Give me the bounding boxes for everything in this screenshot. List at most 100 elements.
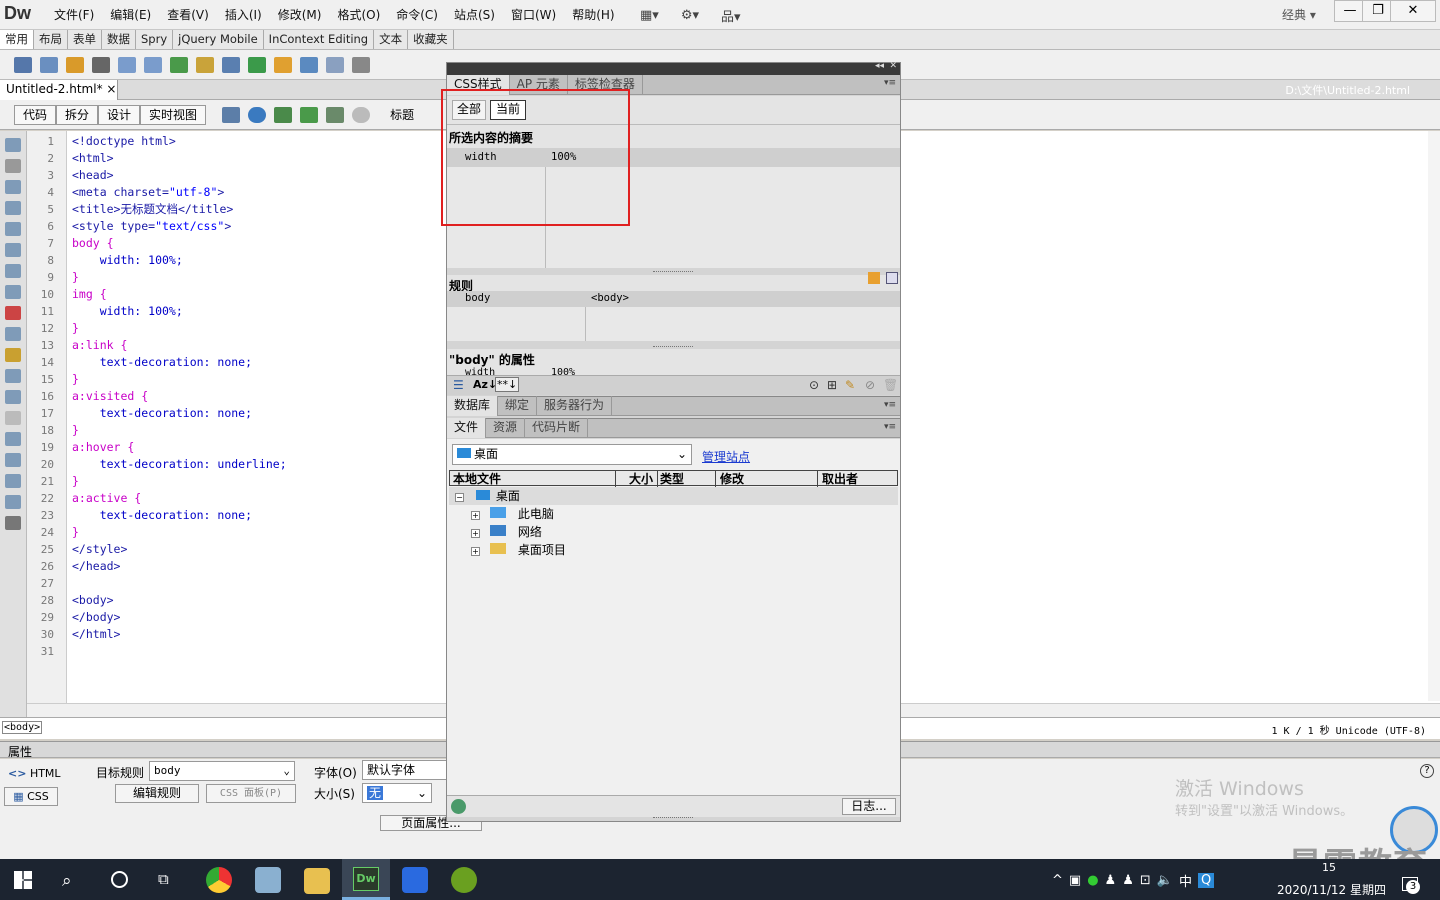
live-view-button[interactable]: 实时视图: [140, 104, 207, 125]
code-line[interactable]: }: [72, 422, 79, 439]
menu-insert[interactable]: 插入(I): [217, 6, 270, 23]
connection-icon[interactable]: [451, 799, 466, 814]
trash-icon[interactable]: 🗑: [883, 378, 898, 392]
col-local-files[interactable]: 本地文件: [450, 469, 616, 487]
open-documents-icon[interactable]: [5, 138, 21, 152]
code-line[interactable]: text-decoration: underline;: [72, 456, 287, 473]
code-line[interactable]: </style>: [72, 541, 127, 558]
qq-icon-2[interactable]: ♟: [1122, 873, 1134, 888]
code-line[interactable]: body {: [72, 235, 114, 252]
panel-options-icon[interactable]: ▾≡: [884, 78, 896, 88]
code-line[interactable]: a:hover {: [72, 439, 134, 456]
css-mode-button[interactable]: ▦ CSS: [4, 787, 58, 806]
code-line[interactable]: }: [72, 320, 79, 337]
ime-indicator[interactable]: 中: [1179, 871, 1192, 890]
insert-tab-favorites[interactable]: 收藏夹: [408, 30, 454, 49]
menu-format[interactable]: 格式(O): [329, 6, 388, 23]
media-icon[interactable]: [196, 56, 214, 73]
code-line[interactable]: text-decoration: none;: [72, 354, 252, 371]
size-select[interactable]: 无 ⌄: [362, 783, 432, 803]
volume-icon[interactable]: 🔈: [1157, 873, 1173, 888]
file-transfer-icon[interactable]: [274, 106, 293, 123]
disable-icon[interactable]: ⊘: [865, 378, 875, 392]
code-line[interactable]: <meta charset="utf-8">: [72, 184, 224, 201]
resize-grip[interactable]: [653, 271, 693, 273]
menu-file[interactable]: 文件(F): [46, 6, 102, 23]
rule-info-icon[interactable]: [886, 272, 898, 284]
insert-tab-common[interactable]: 常用: [0, 30, 34, 49]
insert-tab-spry[interactable]: Spry: [136, 30, 174, 49]
code-line[interactable]: <body>: [72, 592, 114, 609]
code-line[interactable]: </head>: [72, 558, 120, 575]
set-properties-icon[interactable]: **↓: [495, 377, 520, 392]
collapse-icon[interactable]: ◂◂: [875, 61, 884, 71]
indent-code-icon[interactable]: [5, 474, 21, 488]
rule-cascade-icon[interactable]: [868, 272, 880, 284]
insert-tab-data[interactable]: 数据: [102, 30, 136, 49]
split-view-button[interactable]: 拆分: [56, 104, 99, 125]
col-size[interactable]: 大小: [616, 469, 658, 487]
word-wrap-icon[interactable]: [5, 327, 21, 341]
div-icon[interactable]: [144, 56, 162, 73]
head-icon[interactable]: [326, 56, 344, 73]
code-view-button[interactable]: 代码: [14, 104, 57, 125]
cortana-icon[interactable]: [111, 871, 128, 888]
css-panel-button[interactable]: CSS 面板(P): [206, 784, 296, 803]
search-icon[interactable]: ⌕: [62, 871, 72, 891]
recent-snippets-icon[interactable]: [5, 432, 21, 446]
app-icon[interactable]: [255, 867, 281, 893]
tab-snippets[interactable]: 代码片断: [525, 418, 589, 438]
code-line[interactable]: <html>: [72, 150, 114, 167]
edit-rule-button[interactable]: 编辑规则: [115, 784, 199, 803]
code-line[interactable]: a:active {: [72, 490, 141, 507]
vertical-scrollbar[interactable]: [1428, 131, 1440, 701]
help-icon[interactable]: ?: [1420, 764, 1434, 778]
balance-braces-icon[interactable]: [5, 264, 21, 278]
format-source-icon[interactable]: [5, 516, 21, 530]
hr-icon[interactable]: [92, 56, 110, 73]
move-css-icon[interactable]: [5, 453, 21, 467]
globe-icon[interactable]: [248, 106, 267, 123]
show-code-navigator-icon[interactable]: [5, 159, 21, 173]
expand-icon[interactable]: +: [471, 547, 480, 556]
collapse-tag-icon[interactable]: [5, 180, 21, 194]
tree-item-network[interactable]: + 网络: [471, 523, 542, 541]
code-line[interactable]: </html>: [72, 626, 120, 643]
collapse-selection-icon[interactable]: [5, 201, 21, 215]
tree-item-this-pc[interactable]: + 此电脑: [471, 505, 554, 523]
menu-help[interactable]: 帮助(H): [564, 6, 622, 23]
code-line[interactable]: }: [72, 473, 79, 490]
validate-icon[interactable]: [300, 106, 319, 123]
expand-icon[interactable]: +: [471, 511, 480, 520]
code-line[interactable]: <head>: [72, 167, 114, 184]
app-green-icon[interactable]: [451, 867, 477, 893]
check-icon[interactable]: [326, 106, 345, 123]
outdent-code-icon[interactable]: [5, 495, 21, 509]
close-icon[interactable]: ✕: [889, 61, 897, 71]
code-line[interactable]: img {: [72, 286, 107, 303]
network-icon[interactable]: ⊡: [1140, 873, 1151, 888]
workspace-switcher[interactable]: 经典 ▾: [1282, 6, 1316, 23]
code-line[interactable]: }: [72, 524, 79, 541]
resize-grip[interactable]: [653, 817, 693, 819]
site-icon[interactable]: 品▾: [721, 6, 741, 25]
edit-rule-icon[interactable]: ✎: [845, 378, 855, 392]
code-line[interactable]: <style type="text/css">: [72, 218, 231, 235]
template-icon[interactable]: [352, 56, 370, 73]
code-line[interactable]: }: [72, 269, 79, 286]
panel-options-icon[interactable]: ▾≡: [884, 400, 896, 410]
code-line[interactable]: }: [72, 371, 79, 388]
gear-icon[interactable]: ⚙▾: [681, 8, 699, 23]
code-line[interactable]: width: 100%;: [72, 303, 183, 320]
tab-server-behaviors[interactable]: 服务器行为: [537, 396, 613, 416]
wrap-tag-icon[interactable]: [5, 411, 21, 425]
taskbar-dreamweaver[interactable]: Dw: [342, 859, 390, 900]
code-line[interactable]: text-decoration: none;: [72, 507, 252, 524]
document-tab[interactable]: Untitled-2.html* ×: [0, 80, 118, 100]
date-icon[interactable]: [248, 56, 266, 73]
rule-row[interactable]: body <body>: [447, 291, 900, 307]
file-explorer-icon[interactable]: [304, 868, 330, 894]
q-app-icon[interactable]: Q: [1197, 873, 1215, 888]
collapse-icon[interactable]: −: [455, 493, 464, 502]
target-rule-select[interactable]: body ⌄: [149, 761, 295, 781]
